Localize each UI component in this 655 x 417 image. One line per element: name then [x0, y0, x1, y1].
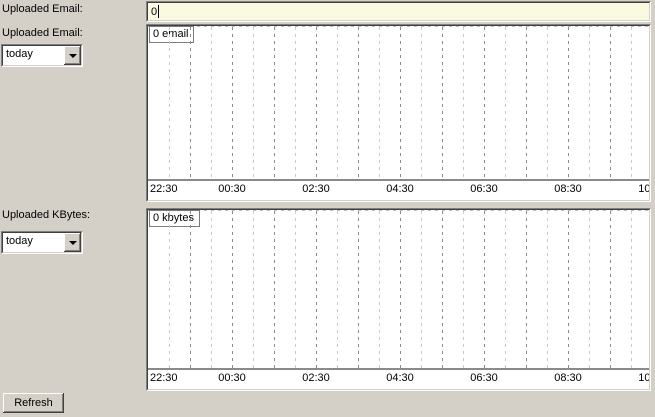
chevron-down-icon: [68, 240, 77, 245]
minor-gridline: [211, 211, 212, 368]
minor-gridline: [253, 211, 254, 368]
uploaded-email-chart-label: Uploaded Email:: [2, 27, 83, 39]
text-caret: [158, 5, 160, 18]
uploaded-email-input[interactable]: 0: [147, 2, 650, 21]
minor-gridline: [421, 27, 422, 179]
minor-gridline: [169, 27, 170, 179]
major-gridline: [190, 211, 191, 368]
refresh-button[interactable]: Refresh: [3, 393, 64, 413]
kbytes-period-dropdown-button[interactable]: [64, 233, 81, 252]
uploaded-email-chart-canvas: 0 email 22:30 00:30 02:30 04:30 06:30 08:30 10…: [147, 25, 650, 201]
x-axis-label: 10:30: [638, 183, 650, 195]
major-gridline: [568, 27, 569, 179]
major-gridline: [232, 27, 233, 179]
x-axis-label: 22:30: [150, 372, 178, 384]
minor-gridline: [379, 27, 380, 179]
major-gridline: [358, 211, 359, 368]
uploaded-email-input-frame: 0: [146, 1, 651, 22]
major-gridline: [610, 27, 611, 179]
minor-gridline: [211, 27, 212, 179]
major-gridline: [400, 27, 401, 179]
minor-gridline: [631, 27, 632, 179]
minor-gridline: [505, 27, 506, 179]
minor-gridline: [295, 211, 296, 368]
chart-value-badge: 0 email: [149, 26, 195, 43]
minor-gridline: [253, 27, 254, 179]
x-axis-label: 00:30: [218, 372, 246, 384]
major-gridline: [610, 211, 611, 368]
x-axis-label: 10:30: [638, 372, 650, 384]
uploaded-kbytes-chart-canvas: 0 kbytes 22:30 00:30 02:30 04:30 06:30 08:30 1…: [147, 209, 650, 390]
minor-gridline: [337, 27, 338, 179]
minor-gridline: [547, 211, 548, 368]
x-axis-label: 08:30: [554, 372, 582, 384]
minor-gridline: [463, 27, 464, 179]
minor-gridline: [379, 211, 380, 368]
minor-gridline: [169, 211, 170, 368]
minor-gridline: [589, 211, 590, 368]
email-period-select[interactable]: today: [1, 44, 83, 67]
major-gridline: [232, 211, 233, 368]
x-axis-label: 06:30: [470, 183, 498, 195]
plot-area: 0 email: [148, 26, 649, 179]
uploaded-kbytes-label: Uploaded KBytes:: [2, 209, 91, 221]
plot-area: 0 kbytes: [148, 210, 649, 368]
x-axis-label: 22:30: [150, 183, 178, 195]
email-period-select-value: today: [6, 48, 33, 60]
major-gridline: [190, 27, 191, 179]
major-gridline: [274, 27, 275, 179]
x-axis-labels: 22:30 00:30 02:30 04:30 06:30 08:30 10:30: [148, 370, 649, 389]
major-gridline: [484, 27, 485, 179]
major-gridline: [568, 211, 569, 368]
x-axis-labels: 22:30 00:30 02:30 04:30 06:30 08:30 10:30: [148, 181, 649, 200]
uploaded-email-chart: 0 email 22:30 00:30 02:30 04:30 06:30 08:30 10…: [146, 24, 651, 202]
x-axis-label: 04:30: [386, 183, 414, 195]
minor-gridline: [421, 211, 422, 368]
app-window: Uploaded Email: Uploaded Email: today Up…: [0, 0, 655, 417]
major-gridline: [274, 211, 275, 368]
email-period-dropdown-button[interactable]: [64, 46, 81, 65]
x-axis-label: 02:30: [302, 183, 330, 195]
major-gridline: [526, 27, 527, 179]
minor-gridline: [589, 27, 590, 179]
minor-gridline: [631, 211, 632, 368]
minor-gridline: [295, 27, 296, 179]
major-gridline: [484, 211, 485, 368]
x-axis-label: 00:30: [218, 183, 246, 195]
major-gridline: [400, 211, 401, 368]
email-period-select-field[interactable]: today: [2, 45, 82, 66]
major-gridline: [442, 27, 443, 179]
kbytes-period-select[interactable]: today: [1, 231, 83, 254]
x-axis-label: 08:30: [554, 183, 582, 195]
chevron-down-icon: [68, 53, 77, 58]
uploaded-email-input-value: 0: [151, 5, 158, 18]
minor-gridline: [547, 27, 548, 179]
major-gridline: [526, 211, 527, 368]
major-gridline: [358, 27, 359, 179]
minor-gridline: [463, 211, 464, 368]
uploaded-email-count-label: Uploaded Email:: [2, 3, 83, 15]
major-gridline: [316, 211, 317, 368]
x-axis-label: 02:30: [302, 372, 330, 384]
minor-gridline: [337, 211, 338, 368]
uploaded-kbytes-chart: 0 kbytes 22:30 00:30 02:30 04:30 06:30 08:30 1…: [146, 208, 651, 391]
major-gridline: [442, 211, 443, 368]
chart-value-badge: 0 kbytes: [149, 210, 200, 227]
kbytes-period-select-field[interactable]: today: [2, 232, 82, 253]
x-axis-label: 06:30: [470, 372, 498, 384]
minor-gridline: [505, 211, 506, 368]
x-axis-label: 04:30: [386, 372, 414, 384]
kbytes-period-select-value: today: [6, 235, 33, 247]
major-gridline: [316, 27, 317, 179]
